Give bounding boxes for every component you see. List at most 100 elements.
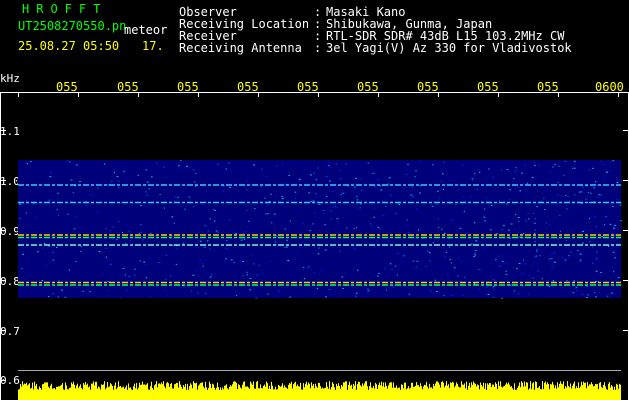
noise-speck	[403, 256, 406, 258]
noise-speck	[442, 189, 445, 191]
amplitude-bar	[426, 381, 427, 400]
noise-speck	[75, 164, 78, 166]
amplitude-bar	[112, 385, 113, 400]
noise-speck	[97, 187, 99, 189]
noise-speck	[112, 238, 114, 240]
noise-speck	[242, 293, 244, 295]
noise-speck	[105, 247, 107, 249]
amplitude-bar	[46, 382, 47, 400]
noise-speck	[616, 198, 618, 200]
amplitude-bar	[475, 383, 476, 400]
noise-speck	[582, 242, 584, 244]
amplitude-strip	[18, 381, 621, 400]
noise-speck	[377, 227, 379, 229]
amplitude-bar	[157, 387, 158, 400]
amplitude-bar	[249, 388, 250, 400]
noise-speck	[353, 228, 355, 230]
noise-speck	[156, 162, 158, 164]
amplitude-bar	[563, 381, 564, 400]
amplitude-bar	[31, 387, 32, 400]
noise-speck	[554, 164, 556, 166]
noise-speck	[345, 163, 347, 165]
amplitude-bar	[269, 385, 270, 400]
noise-speck	[193, 246, 195, 248]
amplitude-bar	[29, 383, 30, 400]
noise-speck	[176, 289, 178, 291]
noise-speck	[173, 222, 175, 224]
amplitude-bar	[345, 381, 346, 400]
amplitude-bar	[267, 383, 268, 400]
noise-speck	[48, 199, 51, 201]
amplitude-bar	[119, 386, 120, 400]
noise-speck	[447, 273, 449, 275]
amplitude-bar	[274, 389, 275, 400]
amplitude-bar	[411, 382, 412, 400]
noise-speck	[90, 194, 92, 196]
noise-speck	[543, 209, 546, 210]
amplitude-bar	[84, 384, 85, 400]
noise-speck	[341, 276, 344, 278]
noise-speck	[362, 192, 364, 194]
amplitude-bar	[440, 387, 441, 400]
noise-speck	[354, 267, 356, 269]
noise-speck	[437, 218, 440, 220]
noise-speck	[313, 172, 315, 174]
amplitude-bar	[67, 389, 68, 400]
noise-speck	[592, 262, 594, 264]
amplitude-bar	[20, 383, 21, 400]
amplitude-bar	[511, 386, 512, 400]
amplitude-bar	[565, 386, 566, 400]
noise-speck	[293, 272, 295, 274]
amplitude-bar	[386, 385, 387, 400]
noise-speck	[419, 192, 422, 194]
noise-speck	[403, 255, 405, 257]
noise-speck	[612, 245, 614, 247]
noise-speck	[175, 196, 177, 198]
noise-speck	[261, 273, 264, 275]
noise-speck	[616, 181, 619, 183]
noise-speck	[548, 216, 550, 218]
amplitude-bar	[32, 382, 33, 400]
amplitude-bar	[497, 389, 498, 400]
noise-speck	[213, 220, 216, 222]
noise-speck	[463, 211, 465, 213]
noise-speck	[573, 177, 575, 179]
amplitude-bar	[66, 385, 67, 400]
amplitude-bar	[149, 389, 150, 400]
noise-speck	[214, 210, 217, 212]
noise-speck	[521, 263, 524, 265]
amplitude-bar	[114, 385, 115, 400]
amplitude-bar	[339, 385, 340, 400]
noise-speck	[545, 222, 547, 224]
noise-speck	[325, 175, 328, 177]
noise-speck	[450, 248, 452, 250]
amplitude-bar	[163, 381, 164, 400]
noise-speck	[559, 230, 561, 232]
noise-speck	[163, 207, 165, 209]
amplitude-bar	[147, 383, 148, 400]
noise-speck	[89, 291, 91, 293]
noise-speck	[145, 205, 148, 207]
noise-speck	[619, 204, 622, 206]
noise-speck	[138, 232, 140, 234]
amplitude-bar	[300, 382, 301, 400]
noise-speck	[202, 258, 205, 260]
noise-speck	[416, 260, 419, 262]
amplitude-bar	[483, 382, 484, 400]
amplitude-bar	[283, 387, 284, 400]
noise-speck	[492, 286, 495, 288]
amplitude-bar	[447, 385, 448, 400]
amplitude-bar	[392, 387, 393, 400]
amplitude-bar	[111, 384, 112, 400]
noise-speck	[534, 229, 536, 231]
noise-speck	[297, 163, 299, 165]
noise-speck	[612, 205, 614, 207]
noise-speck	[557, 238, 559, 240]
noise-speck	[194, 181, 196, 183]
amplitude-bar	[93, 381, 94, 400]
noise-speck	[225, 168, 228, 170]
noise-speck	[125, 177, 127, 179]
amplitude-bar	[504, 385, 505, 400]
amplitude-bar	[261, 387, 262, 400]
noise-speck	[217, 163, 220, 165]
